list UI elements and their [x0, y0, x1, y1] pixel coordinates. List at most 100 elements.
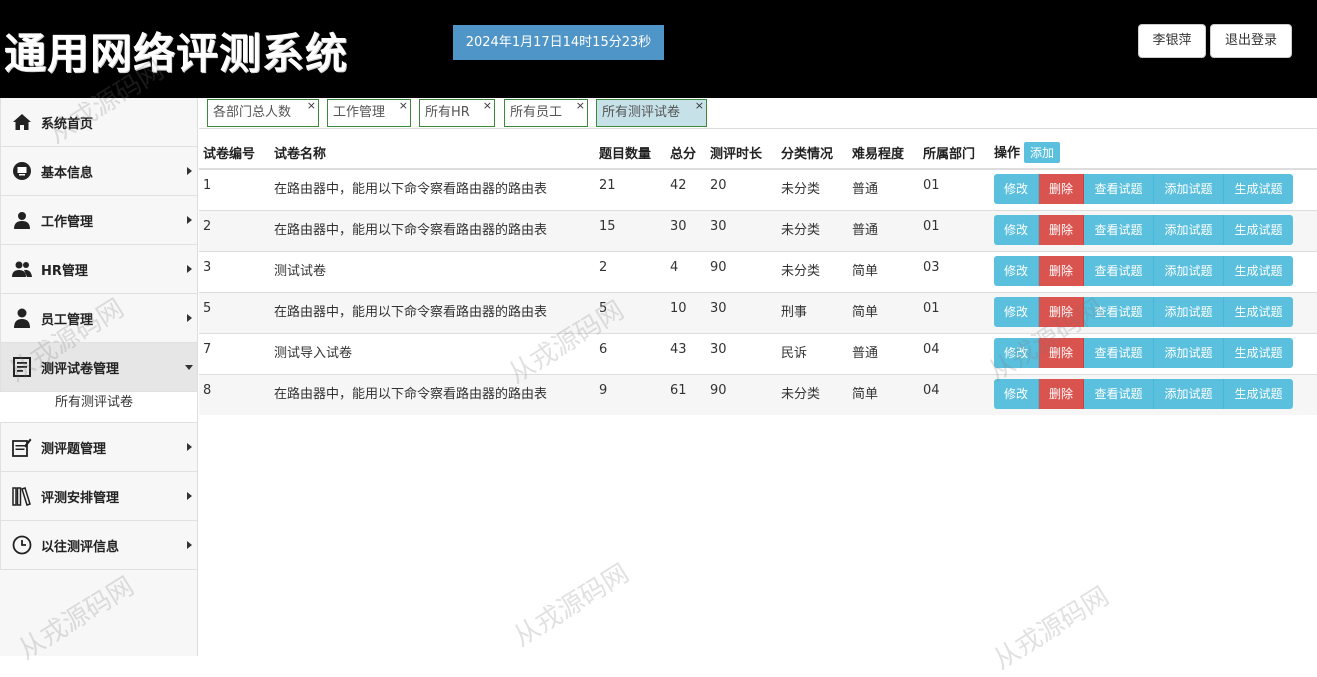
document-icon — [11, 356, 33, 378]
table-cell-name: 在路由器中，能用以下命令察看路由器的路由表 — [270, 291, 595, 333]
sidebar-subitem-all-papers[interactable]: 所有测评试卷 — [0, 392, 197, 423]
sidebar-item-history[interactable]: 以往测评信息 — [0, 521, 197, 570]
table-cell-id: 8 — [199, 373, 270, 415]
sidebar-item-label: 以往测评信息 — [41, 539, 120, 555]
generate-questions-button[interactable]: 生成试题 — [1224, 174, 1293, 204]
table-cell-duration: 30 — [706, 209, 777, 251]
table-cell-name: 测试导入试卷 — [270, 332, 595, 374]
table-cell-category: 未分类 — [777, 168, 848, 210]
generate-questions-button[interactable]: 生成试题 — [1224, 296, 1293, 327]
table-cell-score: 61 — [666, 373, 706, 415]
generate-questions-button[interactable]: 生成试题 — [1224, 214, 1293, 245]
edit-button[interactable]: 修改 — [994, 255, 1039, 286]
edit-button[interactable]: 修改 — [994, 378, 1039, 409]
column-header: 分类情况 — [777, 137, 848, 170]
generate-questions-button[interactable]: 生成试题 — [1224, 378, 1293, 409]
table-header-row: 试卷编号 试卷名称 题目数量 总分 测评时长 分类情况 难易程度 所属部门 操作… — [199, 137, 1317, 170]
sidebar-item-employee[interactable]: 员工管理 — [0, 294, 197, 343]
view-questions-button[interactable]: 查看试题 — [1084, 214, 1154, 245]
table-cell-score: 30 — [666, 209, 706, 251]
tab-all-employees[interactable]: 所有员工 × — [504, 99, 588, 127]
column-header: 题目数量 — [595, 137, 666, 170]
table-cell-score: 4 — [666, 250, 706, 292]
tab-label: 所有HR — [425, 105, 470, 120]
sidebar-item-exam-paper[interactable]: 测评试卷管理 — [0, 343, 197, 392]
column-header: 试卷名称 — [270, 137, 595, 170]
edit-button[interactable]: 修改 — [994, 337, 1039, 368]
chevron-right-icon — [187, 167, 192, 175]
delete-button[interactable]: 删除 — [1039, 337, 1084, 368]
add-questions-button[interactable]: 添加试题 — [1154, 174, 1224, 204]
table-cell-id: 1 — [199, 168, 270, 210]
view-questions-button[interactable]: 查看试题 — [1084, 255, 1154, 286]
books-icon — [11, 485, 33, 507]
table-cell-count: 21 — [595, 168, 666, 210]
delete-button[interactable]: 删除 — [1039, 296, 1084, 327]
sidebar-item-label: 测评题管理 — [41, 441, 107, 457]
add-questions-button[interactable]: 添加试题 — [1154, 296, 1224, 327]
edit-button[interactable]: 修改 — [994, 296, 1039, 327]
table-row: 3 测试试卷 2 4 90 未分类 简单 03 修改 删除 查看试题 添加试题 生成试题 — [199, 250, 1317, 292]
table-cell-difficulty: 简单 — [848, 250, 919, 292]
add-questions-button[interactable]: 添加试题 — [1154, 337, 1224, 368]
view-questions-button[interactable]: 查看试题 — [1084, 296, 1154, 327]
view-questions-button[interactable]: 查看试题 — [1084, 337, 1154, 368]
column-header: 难易程度 — [848, 137, 919, 170]
edit-button[interactable]: 修改 — [994, 214, 1039, 245]
close-icon[interactable]: × — [695, 93, 704, 119]
sidebar-item-label: 评测安排管理 — [41, 490, 120, 506]
add-paper-button[interactable]: 添加 — [1024, 142, 1061, 163]
sidebar-item-home[interactable]: 系统首页 — [0, 98, 197, 147]
sidebar-item-label: 测评试卷管理 — [41, 361, 120, 377]
column-header: 所属部门 — [919, 137, 990, 170]
tab-label: 所有员工 — [510, 105, 563, 120]
delete-button[interactable]: 删除 — [1039, 255, 1084, 286]
table-cell-score: 10 — [666, 291, 706, 333]
close-icon[interactable]: × — [483, 93, 492, 119]
table-row: 2 在路由器中，能用以下命令察看路由器的路由表 15 30 30 未分类 普通 01 修改 删除查… — [199, 209, 1317, 251]
tab-all-hr[interactable]: 所有HR × — [419, 99, 495, 127]
delete-button[interactable]: 删除 — [1039, 174, 1084, 204]
delete-button[interactable]: 删除 — [1039, 214, 1084, 245]
table-cell-id: 3 — [199, 250, 270, 292]
user-button[interactable]: 李银萍 — [1138, 24, 1206, 58]
table-cell-actions: 修改 删除 查看试题 添加试题 生成试题 — [990, 209, 1317, 251]
add-questions-button[interactable]: 添加试题 — [1154, 255, 1224, 286]
action-button-group: 修改 删除 查看试题 添加试题 生成试题 — [994, 296, 1317, 327]
table-cell-count: 9 — [595, 373, 666, 415]
edit-button[interactable]: 修改 — [994, 174, 1039, 204]
monitor-icon — [11, 160, 33, 182]
close-icon[interactable]: × — [399, 93, 408, 119]
table-cell-count: 5 — [595, 291, 666, 333]
table-cell-actions: 修改 删除 查看试题 添加试题 生成试题 — [990, 291, 1317, 333]
home-icon — [11, 111, 33, 133]
generate-questions-button[interactable]: 生成试题 — [1224, 337, 1293, 368]
actions-header: 操作 添加 — [990, 137, 1317, 170]
table-cell-dept: 04 — [919, 373, 990, 415]
tab-all-exam-papers[interactable]: 所有测评试卷 × — [596, 99, 707, 127]
table-cell-id: 5 — [199, 291, 270, 333]
table-cell-name: 在路由器中，能用以下命令察看路由器的路由表 — [270, 209, 595, 251]
sidebar-item-work[interactable]: 工作管理 — [0, 196, 197, 245]
logout-button[interactable]: 退出登录 — [1210, 24, 1292, 58]
sidebar-item-hr[interactable]: HR管理 — [0, 245, 197, 294]
generate-questions-button[interactable]: 生成试题 — [1224, 255, 1293, 286]
sidebar-item-basic-info[interactable]: 基本信息 — [0, 147, 197, 196]
tab-department-headcount[interactable]: 各部门总人数 × — [207, 99, 319, 127]
user-icon — [11, 209, 33, 231]
action-button-group: 修改 删除 查看试题 添加试题 生成试题 — [994, 337, 1317, 368]
tab-work-management[interactable]: 工作管理 × — [327, 99, 411, 127]
delete-button[interactable]: 删除 — [1039, 378, 1084, 409]
table-cell-duration: 30 — [706, 291, 777, 333]
action-button-group: 修改 删除 查看试题 添加试题 生成试题 — [994, 174, 1317, 204]
sidebar-item-schedule[interactable]: 评测安排管理 — [0, 472, 197, 521]
chevron-right-icon — [187, 541, 192, 549]
add-questions-button[interactable]: 添加试题 — [1154, 214, 1224, 245]
watermark: 从戎源码网 — [988, 581, 1115, 676]
sidebar-item-questions[interactable]: 测评题管理 — [0, 423, 197, 472]
close-icon[interactable]: × — [576, 93, 585, 119]
add-questions-button[interactable]: 添加试题 — [1154, 378, 1224, 409]
view-questions-button[interactable]: 查看试题 — [1084, 378, 1154, 409]
close-icon[interactable]: × — [307, 93, 316, 119]
view-questions-button[interactable]: 查看试题 — [1084, 174, 1154, 204]
